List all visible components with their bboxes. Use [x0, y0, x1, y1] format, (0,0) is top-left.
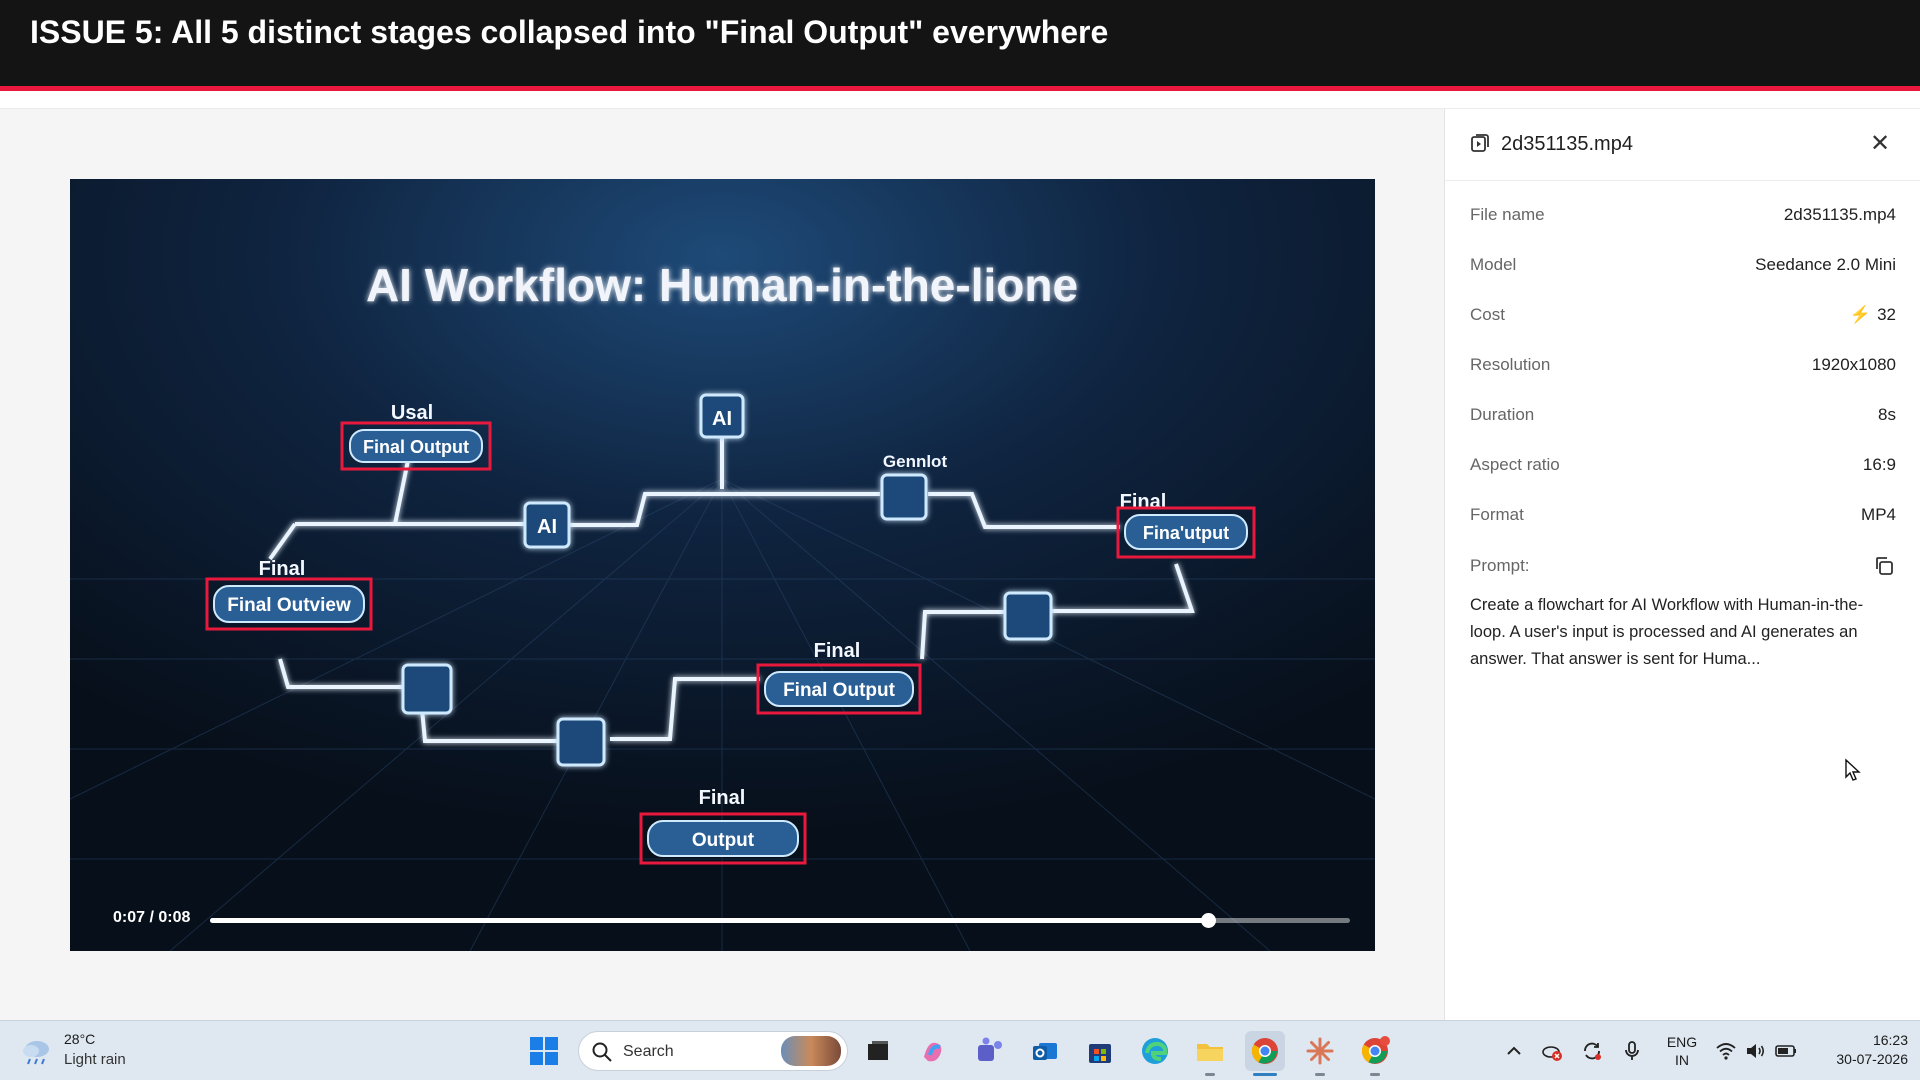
panel-title: 2d351135.mp4 — [1501, 133, 1633, 155]
clock-time: 16:23 — [1872, 1032, 1908, 1048]
detail-row-model: Model Seedance 2.0 Mini — [1470, 251, 1896, 281]
chrome-icon[interactable] — [1245, 1031, 1285, 1071]
label-final-right: Final — [1120, 491, 1167, 513]
edge-icon[interactable] — [1135, 1031, 1175, 1071]
detail-key: Format — [1470, 505, 1524, 524]
language-code: ENG — [1666, 1034, 1698, 1050]
chevron-up-icon[interactable] — [1502, 1039, 1526, 1063]
app-active-indicator — [1253, 1073, 1277, 1076]
detail-value: 1920x1080 — [1811, 355, 1896, 374]
box4-text: Fina'utput — [1143, 523, 1229, 543]
label-final-center: Final — [814, 640, 861, 662]
box2-text: Final Outview — [227, 595, 351, 616]
label-gennlot: Gennlot — [883, 452, 948, 471]
prompt-text: Create a flowchart for AI Workflow with … — [1470, 596, 1864, 668]
detail-row-resolution: Resolution 1920x1080 — [1470, 351, 1896, 381]
weather-condition: Light rain — [64, 1051, 126, 1068]
seek-bar[interactable] — [210, 913, 1350, 928]
search-label: Search — [623, 1043, 674, 1060]
wifi-icon[interactable] — [1714, 1039, 1738, 1063]
box1-text: Final Output — [363, 437, 469, 457]
outlook-icon[interactable] — [1025, 1031, 1065, 1071]
box5-text: Output — [692, 830, 755, 851]
cost-value: 32 — [1877, 305, 1896, 324]
close-icon[interactable]: ✕ — [1865, 129, 1895, 159]
label-final-left: Final — [259, 558, 306, 580]
box3-text: Final Output — [783, 680, 896, 701]
node-label-top-ai: AI — [712, 408, 732, 430]
battery-icon[interactable] — [1774, 1039, 1798, 1063]
file-explorer-icon[interactable] — [1190, 1031, 1230, 1071]
player-controls: 0:07 / 0:08 — [70, 891, 1375, 951]
search-icon — [592, 1042, 612, 1062]
detail-row-cost: Cost ⚡ 32 — [1470, 301, 1896, 331]
seek-bar-progress — [210, 918, 1208, 923]
copilot-icon[interactable] — [914, 1031, 954, 1071]
detail-value: 16:9 — [1862, 455, 1896, 474]
task-view-icon[interactable] — [858, 1031, 898, 1071]
detail-key: Resolution — [1470, 355, 1551, 374]
video-frame: AI Workflow: Human-in-the-lione AI AI Us… — [70, 179, 1375, 951]
mouse-cursor-icon — [1845, 758, 1861, 781]
store-icon[interactable] — [1080, 1031, 1120, 1071]
node-label-mid-ai: AI — [537, 516, 557, 538]
video-player[interactable]: AI Workflow: Human-in-the-lione AI AI Us… — [70, 179, 1375, 951]
detail-key: Aspect ratio — [1470, 455, 1560, 474]
detail-key: Model — [1470, 255, 1517, 274]
highlighted-box-2: Final Outview — [205, 577, 373, 631]
clock-date: 30-07-2026 — [1836, 1051, 1908, 1067]
region-code: IN — [1675, 1052, 1689, 1068]
microphone-icon[interactable] — [1620, 1039, 1644, 1063]
detail-value: MP4 — [1861, 505, 1896, 524]
system-clock[interactable]: 16:23 30-07-2026 — [1808, 1031, 1908, 1069]
detail-value: Seedance 2.0 Mini — [1755, 255, 1896, 274]
copy-icon[interactable] — [1872, 554, 1896, 578]
teams-icon[interactable] — [970, 1031, 1010, 1071]
detail-value-cost: ⚡ 32 — [1850, 305, 1896, 325]
detail-value: 2d351135.mp4 — [1783, 205, 1896, 224]
banner-title: ISSUE 5: All 5 distinct stages collapsed… — [30, 14, 1109, 50]
taskbar-search-box[interactable]: Search — [578, 1031, 848, 1071]
windows-start-icon[interactable] — [524, 1031, 564, 1071]
issue-banner: ISSUE 5: All 5 distinct stages collapsed… — [0, 0, 1920, 86]
detail-row-duration: Duration 8s — [1470, 401, 1896, 431]
cloud-error-icon[interactable] — [1540, 1039, 1564, 1063]
detail-value: 8s — [1878, 405, 1896, 424]
windows-taskbar: 28°C Light rain Search ENG IN 16:23 30-0… — [0, 1020, 1920, 1080]
lightning-bolt-icon: ⚡ — [1849, 305, 1872, 324]
app-running-indicator — [1205, 1073, 1215, 1076]
search-highlight-image — [781, 1036, 841, 1066]
highlighted-box-3: Final Output — [756, 663, 922, 715]
detail-row-aspect-ratio: Aspect ratio 16:9 — [1470, 451, 1896, 481]
detail-key: File name — [1470, 205, 1545, 224]
video-headline: AI Workflow: Human-in-the-lione — [366, 259, 1078, 311]
sync-icon[interactable] — [1580, 1039, 1604, 1063]
language-indicator[interactable]: ENG IN — [1664, 1033, 1700, 1069]
claude-icon[interactable] — [1300, 1031, 1340, 1071]
highlighted-box-1: Final Output — [340, 421, 492, 471]
file-details-panel: 2d351135.mp4 ✕ File name 2d351135.mp4 Mo… — [1444, 109, 1920, 1020]
panel-header: 2d351135.mp4 ✕ — [1445, 109, 1920, 181]
detail-row-prompt: Prompt: — [1470, 552, 1896, 582]
app-running-indicator — [1370, 1073, 1380, 1076]
detail-key: Duration — [1470, 405, 1535, 424]
highlighted-box-5: Output — [639, 812, 807, 865]
label-final-bottom: Final — [699, 787, 746, 809]
video-timecode: 0:07 / 0:08 — [113, 909, 191, 926]
app-running-indicator — [1315, 1073, 1325, 1076]
app-top-bar — [0, 91, 1920, 109]
chrome-profile-icon[interactable] — [1355, 1031, 1395, 1071]
seek-bar-handle[interactable] — [1200, 913, 1216, 928]
detail-key: Cost — [1470, 305, 1505, 324]
label-usal: Usal — [391, 402, 433, 424]
detail-row-format: Format MP4 — [1470, 501, 1896, 531]
cloud-rain-icon[interactable] — [20, 1035, 54, 1067]
weather-temperature: 28°C — [64, 1031, 96, 1047]
highlighted-box-4: Fina'utput — [1116, 506, 1256, 559]
prompt-label: Prompt: — [1470, 556, 1530, 575]
video-file-icon — [1471, 134, 1489, 152]
detail-row-file-name: File name 2d351135.mp4 — [1470, 201, 1896, 231]
volume-icon[interactable] — [1744, 1039, 1768, 1063]
